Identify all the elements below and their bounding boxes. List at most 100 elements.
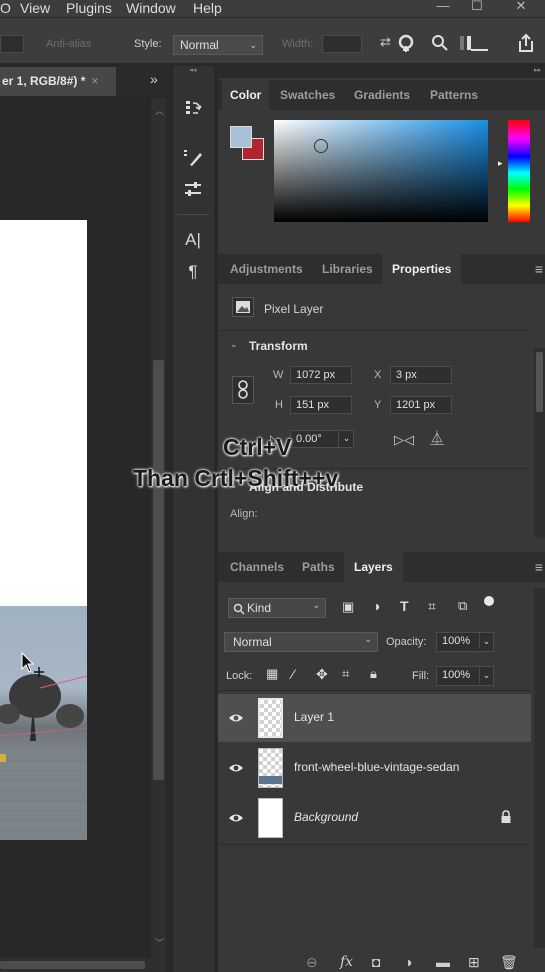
lock-position-icon[interactable]: ✥ [316,666,328,683]
share-icon[interactable] [516,33,536,53]
new-group-icon[interactable]: ▬ [436,954,450,970]
filter-type-icon[interactable]: T [400,598,409,614]
h-scrollbar-thumb[interactable] [0,961,145,969]
antialias-checkbox-label[interactable]: Anti-alias [46,35,91,53]
y-input[interactable]: 1201 px [390,396,452,414]
adjustment-layer-icon[interactable]: ◑ [404,954,412,970]
history-icon[interactable] [173,94,213,122]
tab-gradients[interactable]: Gradients [354,80,410,110]
layer-row[interactable]: front-wheel-blue-vintage-sedan [218,744,531,792]
vertical-scrollbar[interactable]: ︿ ﹀ [150,98,166,958]
chevron-down-icon[interactable]: ⌄ [479,633,493,649]
lock-artboard-icon[interactable]: ⌗ [342,666,349,682]
document-canvas[interactable] [0,220,87,610]
horizontal-scrollbar[interactable] [0,958,166,972]
document-tab[interactable]: er 1, RGB/8#) * × [0,67,116,96]
link-icon[interactable] [232,376,254,404]
lock-transparent-icon[interactable]: ▦ [266,666,278,682]
layer-name[interactable]: front-wheel-blue-vintage-sedan [294,760,459,774]
blend-mode-select[interactable]: Normal ⌄ [224,632,378,652]
workspace-icon[interactable] [458,34,490,52]
hue-slider[interactable] [508,120,530,222]
angle-input[interactable]: 0.00° ⌄ [290,430,354,448]
character-icon[interactable]: A| [173,226,213,254]
menu-help[interactable]: Help [193,0,222,16]
style-select[interactable]: Normal ⌄ [173,35,263,55]
feather-field[interactable] [0,35,24,53]
tab-patterns[interactable]: Patterns [430,80,478,110]
blend-mode-value: Normal [233,635,272,649]
tab-color[interactable]: Color [222,80,270,110]
tab-layers[interactable]: Layers [344,552,403,582]
flip-horizontal-icon[interactable]: ▷◁ [394,432,414,448]
tab-swatches[interactable]: Swatches [280,80,335,110]
visibility-eye-icon[interactable] [228,710,244,726]
menu-view[interactable]: View [20,0,50,16]
select-subject-icon[interactable] [396,32,418,54]
layer-name[interactable]: Background [294,810,358,824]
properties-scrollbar[interactable] [534,348,545,538]
width-input[interactable]: 1072 px [290,366,352,384]
color-field[interactable] [274,120,488,222]
close-window-button[interactable]: ✕ [506,0,536,14]
maximize-button[interactable]: ☐ [462,0,492,14]
search-icon[interactable] [431,34,449,52]
close-tab-icon[interactable]: × [91,74,98,88]
filter-pixel-icon[interactable]: ▣ [342,599,354,615]
paragraph-icon[interactable]: ¶ [173,258,213,286]
lock-all-icon[interactable]: 🔒︎ [370,666,377,682]
filter-toggle-icon[interactable] [484,596,494,606]
layer-name[interactable]: Layer 1 [294,710,334,724]
fill-input[interactable]: 100% ⌄ [436,666,494,686]
filter-adjustment-icon[interactable]: ◑ [372,598,380,614]
filter-shape-icon[interactable]: ⌗ [428,598,436,615]
adjust-sliders-icon[interactable] [173,176,213,204]
collapse-icon[interactable]: ◂◂ [173,66,213,74]
layer-row[interactable]: Background [218,794,531,842]
flip-vertical-icon[interactable]: ⏅ [430,428,444,448]
scroll-up-icon[interactable]: ︿ [155,104,164,117]
color-picker-ring[interactable] [314,139,328,153]
link-layers-icon[interactable]: ⊖ [306,954,318,971]
chevron-down-icon[interactable]: ⌄ [230,339,238,350]
visibility-eye-icon[interactable] [228,810,244,826]
menu-item-partial[interactable]: O [0,0,11,16]
menu-window[interactable]: Window [126,0,176,16]
panel-menu-icon[interactable]: ≡ [535,559,543,575]
lock-image-icon[interactable]: ⁄ [292,666,294,682]
tab-properties[interactable]: Properties [382,254,462,284]
layer-row[interactable]: Layer 1 [218,694,531,742]
filter-smart-object-icon[interactable]: ⧉ [458,598,467,614]
tab-paths[interactable]: Paths [302,552,335,582]
scrollbar-thumb[interactable] [536,352,543,412]
hue-pointer-icon[interactable]: ▸ [498,158,503,169]
chevron-down-icon[interactable]: ⌄ [479,667,493,683]
expand-icon[interactable]: ▸▸ [534,66,541,74]
transform-section-title[interactable]: Transform [249,339,308,353]
opacity-input[interactable]: 100% ⌄ [436,632,494,652]
width-field[interactable] [322,35,362,53]
lock-icon[interactable] [500,810,512,824]
minimize-button[interactable]: — [428,0,458,14]
visibility-eye-icon[interactable] [228,760,244,776]
tab-overflow-button[interactable]: » [150,71,158,87]
brush-settings-icon[interactable] [173,144,213,172]
fx-icon[interactable]: fx [340,954,353,970]
menu-plugins[interactable]: Plugins [66,0,112,16]
scrollbar-thumb[interactable] [153,360,164,780]
tab-channels[interactable]: Channels [230,552,284,582]
chevron-down-icon[interactable]: ⌄ [338,430,354,448]
swap-icon[interactable]: ⇄ [380,32,391,52]
panel-menu-icon[interactable]: ≡ [535,261,543,277]
layers-scrollbar[interactable] [534,588,545,948]
layer-filter-select[interactable]: Kind ⌄ [228,598,326,618]
scroll-down-icon[interactable]: ﹀ [155,936,164,949]
tab-libraries[interactable]: Libraries [322,254,373,284]
delete-layer-icon[interactable]: 🗑︎ [500,954,518,971]
add-mask-icon[interactable]: ◘ [372,954,380,970]
foreground-color-swatch[interactable] [230,126,252,148]
height-input[interactable]: 151 px [290,396,352,414]
x-input[interactable]: 3 px [390,366,452,384]
tab-adjustments[interactable]: Adjustments [230,254,303,284]
new-layer-icon[interactable]: ⊞ [468,954,480,971]
